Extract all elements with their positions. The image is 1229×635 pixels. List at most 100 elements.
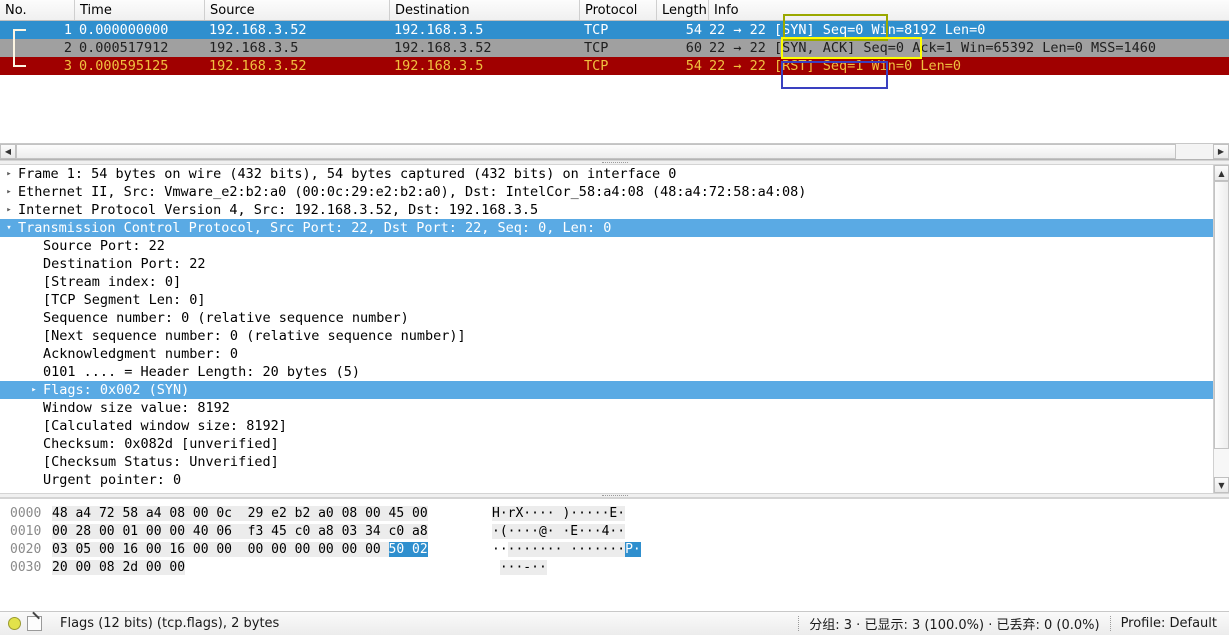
- conversation-bracket-end-icon: [0, 57, 26, 75]
- detail-row[interactable]: Urgent pointer: 0: [0, 471, 1213, 489]
- packet-row-1[interactable]: 1 0.000000000 192.168.3.52 192.168.3.5 T…: [0, 21, 1229, 39]
- column-header-no[interactable]: No.: [0, 0, 75, 20]
- hex-bytes[interactable]: 20 00 08 2d 00 00: [52, 559, 492, 577]
- detail-row[interactable]: [Next sequence number: 0 (relative seque…: [0, 327, 1213, 345]
- splitter-grip: [601, 162, 628, 163]
- detail-vertical-scrollbar[interactable]: ▲ ▼: [1213, 165, 1229, 493]
- chevron-right-icon[interactable]: ▸: [0, 183, 18, 201]
- status-bar: Flags (12 bits) (tcp.flags), 2 bytes 分组:…: [0, 611, 1229, 635]
- hex-row[interactable]: 0010 00 28 00 01 00 00 40 06 f3 45 c0 a8 …: [0, 523, 1229, 541]
- packet-1-time: 0.000000000: [79, 22, 169, 38]
- hex-offset: 0030: [10, 560, 42, 575]
- conversation-bracket-icon: [0, 21, 26, 39]
- detail-row[interactable]: [Stream index: 0]: [0, 273, 1213, 291]
- status-icons: [0, 616, 50, 631]
- chevron-right-icon[interactable]: ▸: [0, 165, 18, 183]
- detail-tree[interactable]: ▸ Frame 1: 54 bytes on wire (432 bits), 5…: [0, 165, 1213, 493]
- hex-ascii[interactable]: ········· ·······P·: [492, 541, 641, 559]
- detail-row-label: Internet Protocol Version 4, Src: 192.16…: [18, 202, 539, 218]
- packet-bytes-pane[interactable]: 0000 48 a4 72 58 a4 08 00 0c 29 e2 b2 a0 …: [0, 498, 1229, 611]
- detail-row[interactable]: ▸ Internet Protocol Version 4, Src: 192.1…: [0, 201, 1213, 219]
- detail-row-label: Sequence number: 0 (relative sequence nu…: [43, 310, 409, 326]
- detail-row-label: Urgent pointer: 0: [43, 472, 182, 488]
- detail-row[interactable]: ▸ Ethernet II, Src: Vmware_e2:b2:a0 (00:0…: [0, 183, 1213, 201]
- hex-row[interactable]: 0000 48 a4 72 58 a4 08 00 0c 29 e2 b2 a0 …: [0, 505, 1229, 523]
- packet-1-destination: 192.168.3.5: [394, 22, 484, 38]
- status-field-info: Flags (12 bits) (tcp.flags), 2 bytes: [60, 616, 280, 631]
- scroll-up-icon[interactable]: ▲: [1214, 165, 1229, 181]
- packet-row-2[interactable]: 2 0.000517912 192.168.3.5 192.168.3.52 T…: [0, 39, 1229, 57]
- packet-list-horizontal-scrollbar[interactable]: ◀ ▶: [0, 143, 1229, 159]
- detail-row[interactable]: [Checksum Status: Unverified]: [0, 453, 1213, 471]
- detail-row[interactable]: Sequence number: 0 (relative sequence nu…: [0, 309, 1213, 327]
- packet-1-no: 1: [63, 22, 72, 38]
- packet-list-pane[interactable]: No. Time Source Destination Protocol Len…: [0, 0, 1229, 160]
- packet-2-protocol: TCP: [584, 40, 609, 56]
- chevron-right-icon[interactable]: ▸: [25, 381, 43, 399]
- hex-row[interactable]: 0030 20 00 08 2d 00 00 ···-··: [0, 559, 1229, 577]
- detail-row[interactable]: ▾ Transmission Control Protocol, Src Port…: [0, 219, 1213, 237]
- status-profile[interactable]: Profile: Default: [1121, 616, 1229, 631]
- detail-row[interactable]: [Calculated window size: 8192]: [0, 417, 1213, 435]
- packet-1-protocol: TCP: [584, 22, 609, 38]
- hex-ascii[interactable]: H·rX···· )·····E·: [492, 505, 626, 523]
- packet-row-3[interactable]: 3 0.000595125 192.168.3.52 192.168.3.5 T…: [0, 57, 1229, 75]
- hex-bytes[interactable]: 03 05 00 16 00 16 00 00 00 00 00 00 00 0…: [52, 541, 492, 559]
- hex-bytes[interactable]: 00 28 00 01 00 00 40 06 f3 45 c0 a8 03 3…: [52, 523, 492, 541]
- detail-row[interactable]: Window size value: 8192: [0, 399, 1213, 417]
- hex-ascii-shaded: H·rX···· )·····E·: [492, 506, 626, 521]
- detail-row[interactable]: Acknowledgment number: 0: [0, 345, 1213, 363]
- hex-bytes-selected: 50 02: [388, 542, 428, 557]
- hex-offset: 0020: [10, 542, 42, 557]
- vscroll-thumb[interactable]: [1214, 181, 1229, 449]
- chevron-right-icon[interactable]: ▸: [0, 201, 18, 219]
- hex-bytes-shaded: 00 28 00 01 00 00 40 06 f3 45 c0 a8 03 3…: [52, 524, 428, 539]
- hex-ascii-shaded: ·(····@· ·E···4··: [492, 524, 626, 539]
- detail-row[interactable]: Checksum: 0x082d [unverified]: [0, 435, 1213, 453]
- scroll-down-icon[interactable]: ▼: [1214, 477, 1229, 493]
- hex-offset: 0000: [10, 506, 42, 521]
- hex-ascii[interactable]: ·(····@· ·E···4··: [492, 523, 626, 541]
- hex-offset: 0010: [10, 524, 42, 539]
- detail-row-label: Source Port: 22: [43, 238, 165, 254]
- column-header-time[interactable]: Time: [75, 0, 205, 20]
- packet-3-destination: 192.168.3.5: [394, 58, 484, 74]
- column-header-length[interactable]: Length: [657, 0, 709, 20]
- column-header-protocol[interactable]: Protocol: [580, 0, 657, 20]
- capture-comment-icon[interactable]: [27, 616, 42, 631]
- packet-2-destination: 192.168.3.52: [394, 40, 492, 56]
- expert-info-dot-icon[interactable]: [8, 617, 21, 630]
- column-header-destination[interactable]: Destination: [390, 0, 580, 20]
- scroll-left-icon[interactable]: ◀: [0, 144, 16, 159]
- splitter-grip-2: [601, 495, 628, 496]
- packet-detail-pane[interactable]: ▸ Frame 1: 54 bytes on wire (432 bits), 5…: [0, 165, 1229, 493]
- detail-row[interactable]: Destination Port: 22: [0, 255, 1213, 273]
- column-header-info[interactable]: Info: [709, 0, 1229, 20]
- hscroll-thumb[interactable]: [16, 144, 1176, 159]
- detail-row[interactable]: 0101 .... = Header Length: 20 bytes (5): [0, 363, 1213, 381]
- packet-3-no: 3: [63, 58, 72, 74]
- packet-3-time: 0.000595125: [79, 58, 169, 74]
- packet-2-no: 2: [63, 40, 72, 56]
- column-header-source[interactable]: Source: [205, 0, 390, 20]
- vscroll-track[interactable]: [1214, 181, 1229, 477]
- hex-row[interactable]: 0020 03 05 00 16 00 16 00 00 00 00 00 00 …: [0, 541, 1229, 559]
- detail-row[interactable]: ▸ Flags: 0x002 (SYN): [0, 381, 1213, 399]
- detail-row-label: [Next sequence number: 0 (relative seque…: [43, 328, 466, 344]
- packet-2-time: 0.000517912: [79, 40, 169, 56]
- hex-ascii-selected: P·: [625, 542, 641, 557]
- status-separator-2: [1109, 616, 1111, 631]
- hscroll-track[interactable]: [16, 144, 1213, 159]
- hex-bytes[interactable]: 48 a4 72 58 a4 08 00 0c 29 e2 b2 a0 08 0…: [52, 505, 492, 523]
- detail-row-label: [Stream index: 0]: [43, 274, 182, 290]
- scroll-right-icon[interactable]: ▶: [1213, 144, 1229, 159]
- chevron-down-icon[interactable]: ▾: [0, 219, 18, 237]
- packet-1-info: 22 → 22 [SYN] Seq=0 Win=8192 Len=0: [709, 22, 986, 38]
- packet-3-length: 54: [685, 58, 702, 74]
- detail-row[interactable]: Source Port: 22: [0, 237, 1213, 255]
- detail-row[interactable]: [TCP Segment Len: 0]: [0, 291, 1213, 309]
- status-packet-counts: 分组: 3 · 已显示: 3 (100.0%) · 已丢弃: 0 (0.0%): [809, 618, 1100, 633]
- detail-row-label: Frame 1: 54 bytes on wire (432 bits), 54…: [18, 166, 677, 182]
- detail-row[interactable]: ▸ Frame 1: 54 bytes on wire (432 bits), 5…: [0, 165, 1213, 183]
- hex-ascii[interactable]: ···-··: [492, 559, 547, 577]
